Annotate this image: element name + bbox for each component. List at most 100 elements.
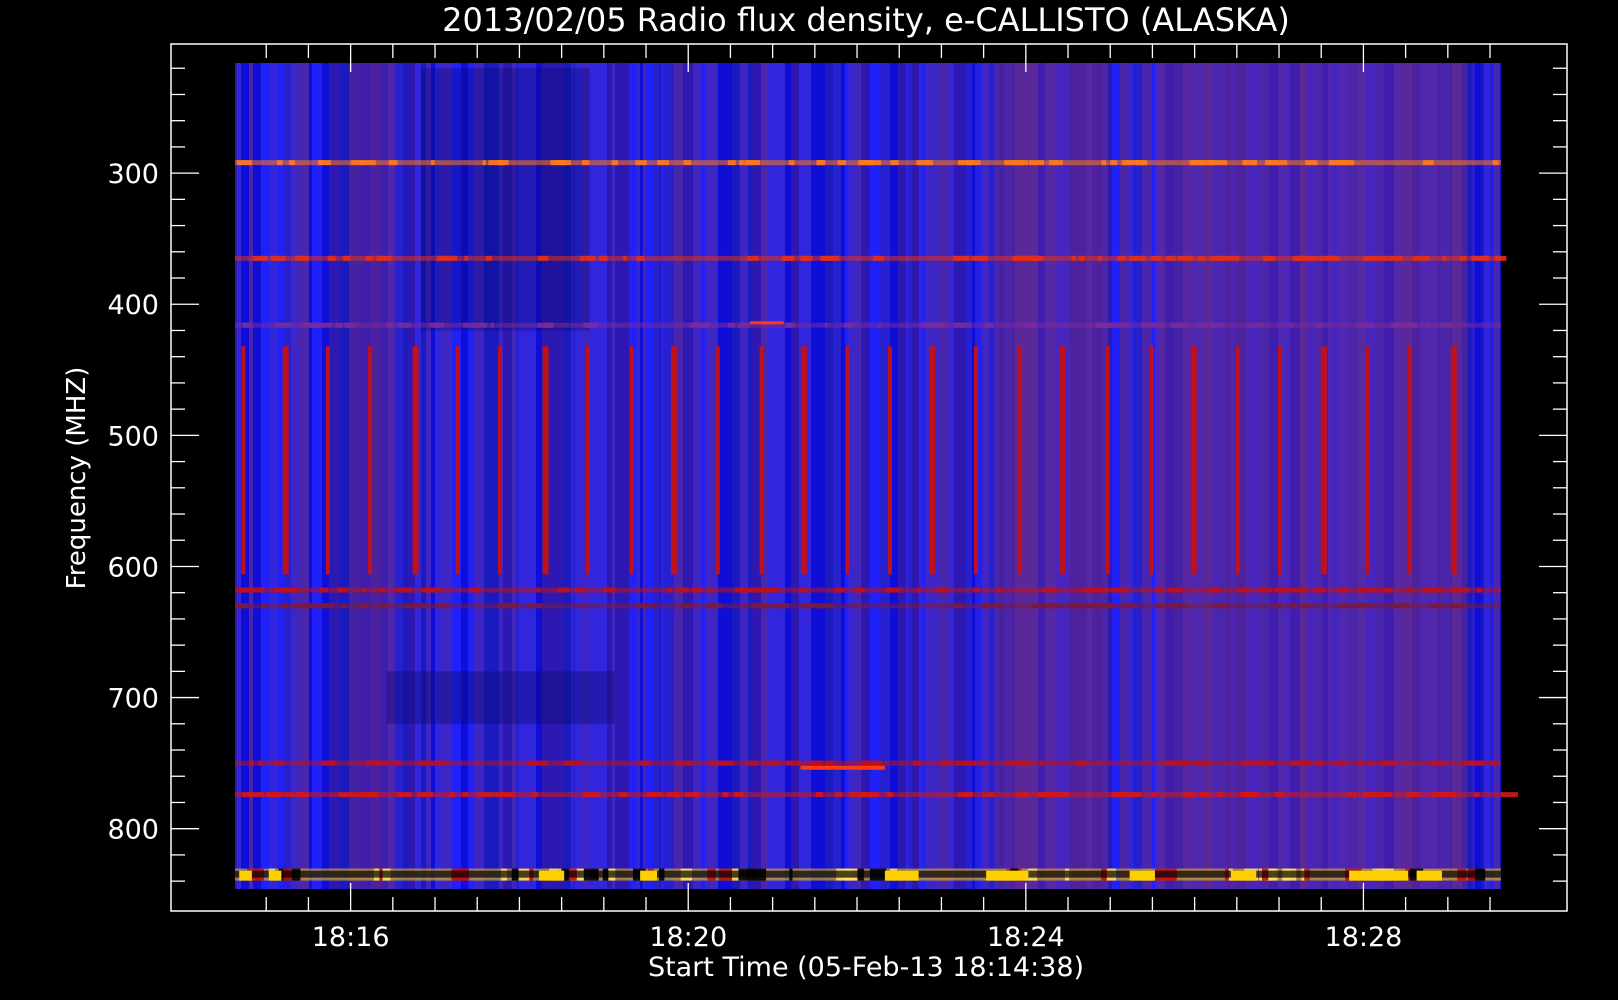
interference-speck [1004,760,1017,766]
interference-speck [1197,322,1208,328]
interference-speck [1237,587,1250,593]
interference-speck [1464,587,1470,593]
interference-speck [1034,255,1040,261]
interference-speck [1111,792,1128,798]
interference-speck [1409,792,1421,798]
interference-speck [603,587,616,593]
periodic-burst-line [1407,346,1412,575]
interference-speck [935,587,948,593]
interference-speck [449,792,455,798]
interference-speck [801,255,813,261]
interference-speck [1289,322,1293,328]
interference-speck [585,322,598,328]
interference-speck [916,160,930,166]
interference-speck [1422,160,1434,166]
interference-speck [1110,160,1118,166]
interference-speck [684,760,693,766]
interference-speck [327,255,336,261]
interference-speck [817,603,834,609]
interference-speck [1078,255,1085,261]
interference-speck [301,255,309,261]
interference-speck [1110,322,1123,328]
interference-speck [1042,587,1047,593]
interference-speck [1246,760,1257,766]
interference-speck [1412,255,1430,261]
interference-speck [338,792,355,798]
interference-speck [1129,255,1146,261]
interference-speck [1098,255,1102,261]
interference-speck [1175,760,1188,766]
interference-speck [1356,322,1368,328]
interference-speck [241,792,259,798]
interference-speck [365,792,379,798]
interference-speck [1314,322,1324,328]
interference-speck [1165,255,1176,261]
periodic-burst-line [241,346,246,575]
interference-speck [1257,587,1273,593]
interference-speck [1165,760,1176,766]
interference-speck [763,587,780,593]
interference-speck [430,322,441,328]
interference-speck [691,587,703,593]
interference-speck [1122,322,1130,328]
periodic-burst-line [1277,346,1282,575]
interference-speck [657,160,670,166]
interference-speck [745,160,756,166]
interference-speck [808,760,822,766]
interference-speck [284,792,294,798]
interference-speck [350,160,363,166]
interference-speck [1479,255,1490,261]
periodic-burst-line [1190,346,1197,575]
interference-speck [563,760,579,766]
spectrogram-heatmap [235,63,1518,889]
interference-speck [747,255,759,261]
interference-speck [1299,760,1312,766]
interference-speck [246,587,253,593]
bright-burst [239,870,252,881]
interference-speck [1342,160,1355,166]
interference-speck [1317,587,1321,593]
interference-speck [253,255,268,261]
interference-speck [490,322,495,328]
interference-speck [1199,792,1209,798]
interference-speck [585,255,596,261]
interference-speck [1183,255,1188,261]
interference-speck [392,760,402,766]
interference-speck [323,760,337,766]
interference-speck [681,603,695,609]
interference-speck [746,760,758,766]
periodic-burst-line [585,346,590,575]
interference-speck [855,587,865,593]
y-axis-label: Frequency (MHZ) [62,367,92,590]
y-tick-label: 700 [107,684,159,715]
interference-speck [365,255,373,261]
interference-speck [1459,255,1467,261]
interference-speck [248,760,254,766]
spectrogram-figure: 2013/02/05 Radio flux density, e-CALLIST… [0,0,1618,1000]
interference-speck [666,587,673,593]
interference-speck [1450,587,1463,593]
interference-speck [781,255,794,261]
interference-speck [1273,603,1283,609]
interference-speck [1037,792,1050,798]
interference-speck [1004,160,1016,166]
interference-speck [743,603,749,609]
periodic-burst-line [325,346,330,575]
periodic-burst-line [670,346,677,575]
interference-speck [834,792,843,798]
y-tick-label: 600 [107,552,159,583]
interference-speck [1047,587,1058,593]
interference-speck [451,255,458,261]
interference-speck [1023,322,1036,328]
periodic-burst-line [974,346,979,575]
interference-speck [957,160,964,166]
interference-speck [1495,255,1507,261]
interference-speck [1048,160,1058,166]
interference-speck [787,322,795,328]
interference-speck [824,322,828,328]
interference-speck [531,792,538,798]
interference-speck [727,160,736,166]
interference-speck [1071,255,1077,261]
interference-speck [785,760,802,766]
interference-speck [485,255,493,261]
